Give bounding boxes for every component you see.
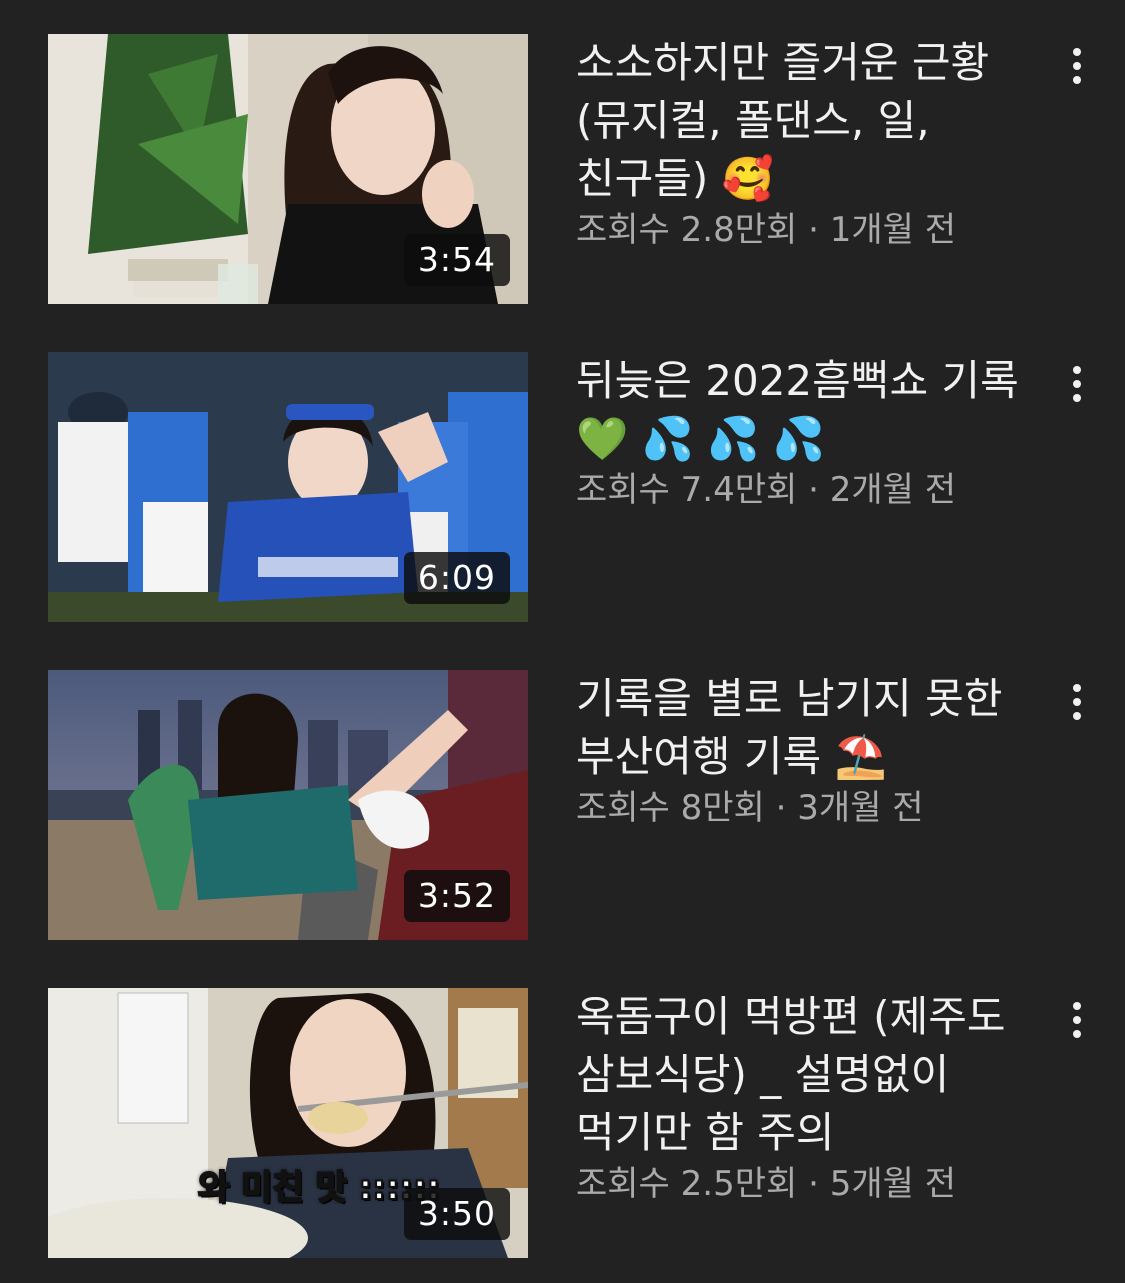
duration-badge: 6:09 (403, 552, 510, 604)
duration-badge: 3:54 (403, 234, 510, 286)
duration-badge: 3:52 (403, 870, 510, 922)
more-vert-icon-dot (1073, 62, 1081, 70)
video-info[interactable]: 뒤늦은 2022흠뻑쇼 기록💚 💦 💦 💦 조회수 7.4만회 · 2개월 전 (576, 352, 1046, 512)
video-thumbnail[interactable]: 3:52 (48, 670, 528, 940)
video-title[interactable]: 기록을 별로 남기지 못한 부산여행 기록 ⛱️ (576, 670, 1046, 786)
video-title[interactable]: 소소하지만 즐거운 근황 (뮤지컬, 폴댄스, 일, 친구들) 🥰 (576, 34, 1046, 208)
more-vert-icon (1073, 48, 1081, 56)
video-item[interactable]: 3:52 기록을 별로 남기지 못한 부산여행 기록 ⛱️ 조회수 8만회 · … (0, 670, 1125, 942)
more-vert-icon-dot (1073, 380, 1081, 388)
view-count: 조회수 2.5만회 (576, 1164, 798, 1204)
meta-separator: · (808, 210, 819, 250)
view-count: 조회수 2.8만회 (576, 210, 798, 250)
video-title[interactable]: 옥돔구이 먹방편 (제주도 삼보식당) _ 설명없이 먹기만 함 주의 (576, 988, 1046, 1162)
video-item[interactable]: 6:09 뒤늦은 2022흠뻑쇼 기록💚 💦 💦 💦 조회수 7.4만회 · 2… (0, 352, 1125, 624)
view-count: 조회수 7.4만회 (576, 470, 798, 510)
more-options-button[interactable] (1056, 674, 1098, 730)
more-vert-icon-dot (1073, 394, 1081, 402)
more-vert-icon-dot (1073, 698, 1081, 706)
video-thumbnail[interactable]: 와 미친 맛 :::::: 3:50 (48, 988, 528, 1258)
meta-separator: · (775, 788, 787, 828)
more-vert-icon (1073, 1002, 1081, 1010)
video-thumbnail[interactable]: 6:09 (48, 352, 528, 622)
more-vert-icon-dot (1073, 1016, 1081, 1024)
upload-age: 1개월 전 (829, 210, 956, 250)
upload-age: 2개월 전 (829, 470, 956, 510)
video-metadata: 조회수 7.4만회 · 2개월 전 (576, 468, 1046, 512)
more-options-button[interactable] (1056, 992, 1098, 1048)
video-info[interactable]: 기록을 별로 남기지 못한 부산여행 기록 ⛱️ 조회수 8만회 · 3개월 전 (576, 670, 1046, 830)
more-options-button[interactable] (1056, 38, 1098, 94)
meta-separator: · (808, 1164, 819, 1204)
video-item[interactable]: 3:54 소소하지만 즐거운 근황 (뮤지컬, 폴댄스, 일, 친구들) 🥰 조… (0, 34, 1125, 306)
more-vert-icon (1073, 684, 1081, 692)
view-count: 조회수 8만회 (576, 788, 765, 828)
duration-badge: 3:50 (403, 1188, 510, 1240)
more-vert-icon-dot (1073, 76, 1081, 84)
more-vert-icon-dot (1073, 1030, 1081, 1038)
video-item[interactable]: 와 미친 맛 :::::: 3:50 옥돔구이 먹방편 (제주도 삼보식당) _… (0, 988, 1125, 1260)
video-title[interactable]: 뒤늦은 2022흠뻑쇼 기록💚 💦 💦 💦 (576, 352, 1046, 468)
upload-age: 5개월 전 (829, 1164, 956, 1204)
more-vert-icon (1073, 366, 1081, 374)
more-vert-icon-dot (1073, 712, 1081, 720)
video-info[interactable]: 옥돔구이 먹방편 (제주도 삼보식당) _ 설명없이 먹기만 함 주의 조회수 … (576, 988, 1046, 1206)
video-thumbnail[interactable]: 3:54 (48, 34, 528, 304)
video-metadata: 조회수 2.8만회 · 1개월 전 (576, 208, 1046, 252)
upload-age: 3개월 전 (797, 788, 924, 828)
video-metadata: 조회수 2.5만회 · 5개월 전 (576, 1162, 1046, 1206)
video-metadata: 조회수 8만회 · 3개월 전 (576, 786, 1046, 830)
video-info[interactable]: 소소하지만 즐거운 근황 (뮤지컬, 폴댄스, 일, 친구들) 🥰 조회수 2.… (576, 34, 1046, 252)
meta-separator: · (808, 470, 819, 510)
video-list: 3:54 소소하지만 즐거운 근황 (뮤지컬, 폴댄스, 일, 친구들) 🥰 조… (0, 0, 1125, 1283)
more-options-button[interactable] (1056, 356, 1098, 412)
